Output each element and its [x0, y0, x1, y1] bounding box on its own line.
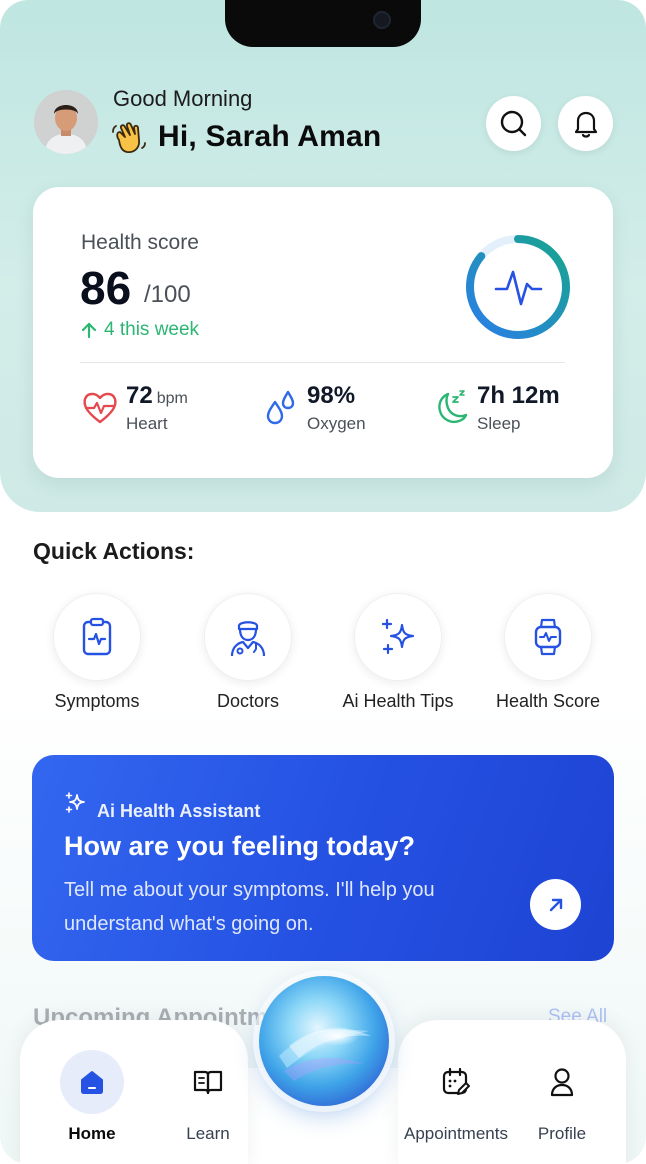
- appointments-tab-button[interactable]: [424, 1050, 488, 1114]
- health-score-label: Health score: [81, 231, 199, 254]
- nav-item-home[interactable]: Home: [32, 1050, 152, 1144]
- bell-icon: [574, 111, 597, 138]
- heart-rate-value: 72: [126, 382, 153, 409]
- book-icon: [193, 1070, 223, 1095]
- health-score-max: /100: [144, 281, 191, 308]
- card-divider: [80, 362, 565, 363]
- health-score-trend: 4 this week: [80, 319, 199, 341]
- ai-assistant-kicker: Ai Health Assistant: [97, 801, 261, 821]
- heart-pulse-icon: [83, 392, 117, 424]
- ai-health-tips-label: Ai Health Tips: [342, 691, 454, 711]
- nav-item-profile[interactable]: Profile: [502, 1050, 622, 1144]
- quick-action-symptoms[interactable]: Symptoms: [22, 593, 172, 712]
- sleep-label: Sleep: [477, 414, 521, 433]
- notifications-button[interactable]: [558, 96, 613, 151]
- nav-item-learn[interactable]: Learn: [148, 1050, 268, 1144]
- doctors-button[interactable]: [204, 593, 292, 681]
- health-score-button[interactable]: [504, 593, 592, 681]
- user-avatar-icon: [34, 90, 98, 154]
- symptoms-button[interactable]: [53, 593, 141, 681]
- quick-action-doctors[interactable]: Doctors: [173, 593, 323, 712]
- profile-tab-label: Profile: [537, 1124, 587, 1143]
- home-tab-button[interactable]: [60, 1050, 124, 1114]
- search-icon: [500, 110, 526, 136]
- heart-rate-value-row: 72 bpm: [126, 382, 188, 410]
- ai-assistant-title: How are you feeling today?: [64, 831, 416, 861]
- nav-item-appointments[interactable]: Appointments: [396, 1050, 516, 1144]
- doctors-label: Doctors: [216, 691, 279, 711]
- health-score-action-label: Health Score: [495, 691, 601, 711]
- health-score-value: 86: [80, 262, 132, 314]
- smartwatch-icon: [534, 618, 562, 656]
- camera-icon: [373, 11, 391, 29]
- arrow-up-right-icon: [549, 898, 562, 911]
- doctor-icon: [230, 621, 266, 657]
- sparkles-icon: [381, 618, 415, 655]
- ai-orb-icon: [279, 1026, 371, 1081]
- ai-sparkle-icon: [65, 792, 85, 813]
- oxygen-value: 98%: [307, 382, 356, 409]
- app-screen: Good Morning Hi, Sarah Aman Health score…: [0, 0, 646, 1164]
- ai-assistant-body: Tell me about your symptoms. I'll help y…: [64, 879, 435, 935]
- user-icon: [550, 1068, 574, 1097]
- profile-tab-button[interactable]: [530, 1050, 594, 1114]
- clipboard-pulse-icon: [82, 617, 112, 656]
- avatar[interactable]: [34, 90, 98, 154]
- oxygen-label: Oxygen: [307, 414, 366, 433]
- symptoms-label: Symptoms: [54, 691, 140, 711]
- arrow-up-icon: [81, 322, 97, 339]
- user-name-heading: Hi, Sarah Aman: [158, 120, 382, 153]
- heart-rate-label: Heart: [126, 414, 168, 433]
- ai-voice-orb-button[interactable]: [259, 976, 389, 1106]
- health-score-card[interactable]: Health score 86 /100 4 this week 72 bpm …: [33, 187, 613, 478]
- search-button[interactable]: [486, 96, 541, 151]
- quick-action-health-score[interactable]: Health Score: [473, 593, 623, 712]
- pulse-icon: [494, 270, 543, 306]
- health-score-ring: [466, 235, 570, 339]
- trend-text: 4 this week: [104, 319, 200, 340]
- ai-assistant-card[interactable]: Ai Health Assistant How are you feeling …: [32, 755, 614, 961]
- quick-action-ai-health-tips[interactable]: Ai Health Tips: [323, 593, 473, 712]
- calendar-edit-icon: [442, 1067, 470, 1095]
- home-icon: [81, 1071, 103, 1094]
- moon-zzz-icon: [438, 390, 468, 424]
- quick-actions-title: Quick Actions:: [33, 538, 195, 564]
- water-drops-icon: [266, 390, 295, 425]
- learn-tab-label: Learn: [186, 1124, 230, 1143]
- greeting-text: Good Morning: [113, 86, 253, 111]
- sleep-value: 7h 12m: [477, 382, 560, 409]
- ai-health-tips-button[interactable]: [354, 593, 442, 681]
- heart-rate-unit: bpm: [156, 390, 188, 407]
- home-tab-label: Home: [68, 1124, 116, 1143]
- appointments-tab-label: Appointments: [404, 1124, 508, 1143]
- ai-assistant-open-button[interactable]: [530, 879, 581, 930]
- device-notch: [225, 0, 421, 47]
- waving-hand-icon: [112, 122, 146, 153]
- learn-tab-button[interactable]: [176, 1050, 240, 1114]
